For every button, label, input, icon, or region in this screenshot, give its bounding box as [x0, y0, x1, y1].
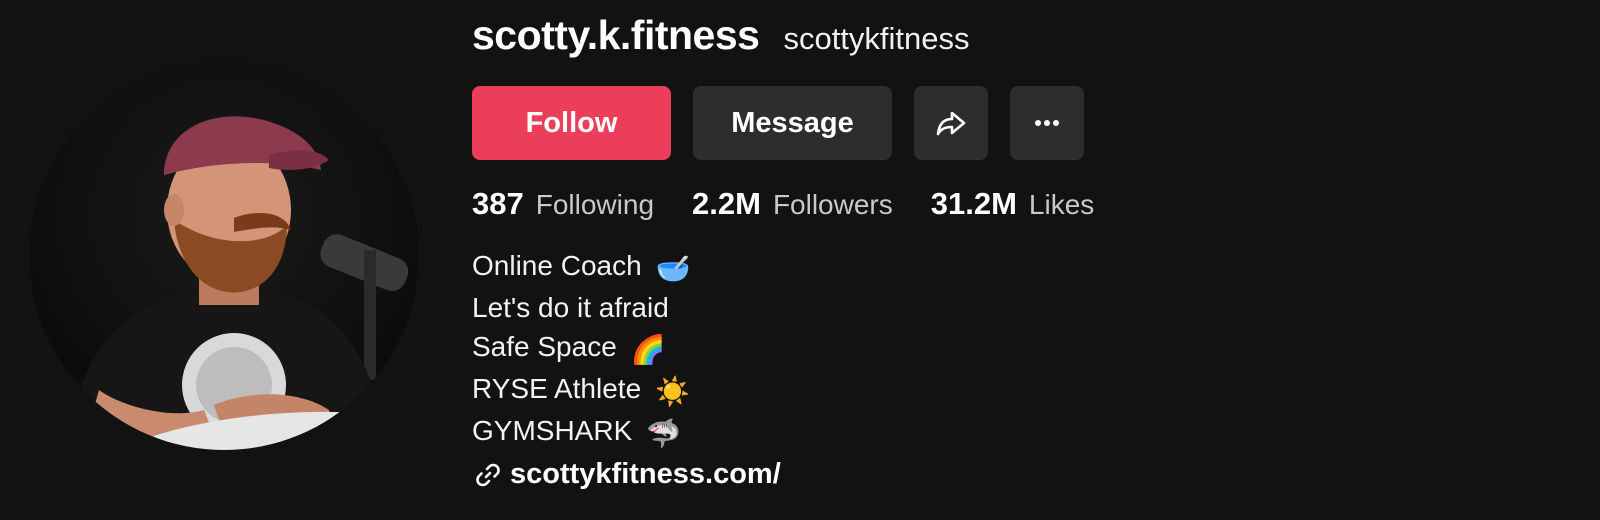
- avatar[interactable]: [29, 60, 419, 450]
- bio-text: Safe Space: [472, 331, 617, 362]
- bio-text: Online Coach: [472, 250, 642, 281]
- profile-actions: Follow Message: [472, 86, 1084, 160]
- stat-value: 387: [472, 186, 524, 221]
- profile-stats: 387 Following 2.2M Followers 31.2M Likes: [472, 186, 1094, 222]
- name-row: scotty.k.fitness scottykfitness: [472, 12, 970, 59]
- share-icon: [936, 111, 966, 136]
- bio-line: Online Coach 🥣: [472, 246, 690, 288]
- shark-emoji-icon: 🦈: [646, 418, 681, 449]
- bio-line: Let's do it afraid: [472, 288, 690, 327]
- display-name: scotty.k.fitness: [472, 12, 760, 58]
- profile-link[interactable]: scottykfitness.com/: [474, 458, 781, 491]
- bio-line: GYMSHARK 🦈: [472, 411, 690, 453]
- sun-emoji-icon: ☀️: [654, 376, 690, 407]
- username-handle: scottykfitness: [783, 21, 970, 56]
- stat-label: Followers: [772, 189, 893, 220]
- link-icon: [476, 463, 500, 486]
- stat-label: Following: [535, 189, 655, 220]
- bio-text: GYMSHARK: [472, 415, 633, 446]
- bio-line: Safe Space 🌈: [472, 327, 690, 369]
- bowl-emoji-icon: 🥣: [655, 253, 691, 284]
- stat-following[interactable]: 387 Following: [472, 186, 654, 222]
- bio: Online Coach 🥣 Let's do it afraid Safe S…: [472, 246, 690, 453]
- bio-line: RYSE Athlete ☀️: [472, 369, 690, 411]
- share-button[interactable]: [914, 86, 988, 160]
- more-options-icon: [1035, 120, 1059, 126]
- bio-text: Let's do it afraid: [472, 292, 669, 323]
- stat-followers[interactable]: 2.2M Followers: [692, 186, 893, 222]
- website-link[interactable]: scottykfitness.com/: [510, 458, 781, 491]
- more-options-button[interactable]: [1010, 86, 1084, 160]
- stat-label: Likes: [1028, 189, 1095, 220]
- profile-header: scotty.k.fitness scottykfitness Follow M…: [0, 0, 1600, 520]
- stat-likes: 31.2M Likes: [931, 186, 1095, 222]
- stat-value: 2.2M: [692, 186, 761, 221]
- stat-value: 31.2M: [930, 186, 1017, 221]
- follow-button[interactable]: Follow: [472, 86, 671, 160]
- bio-text: RYSE Athlete: [472, 373, 642, 404]
- message-button[interactable]: Message: [693, 86, 892, 160]
- rainbow-emoji-icon: 🌈: [630, 334, 666, 365]
- profile-photo: [69, 116, 419, 450]
